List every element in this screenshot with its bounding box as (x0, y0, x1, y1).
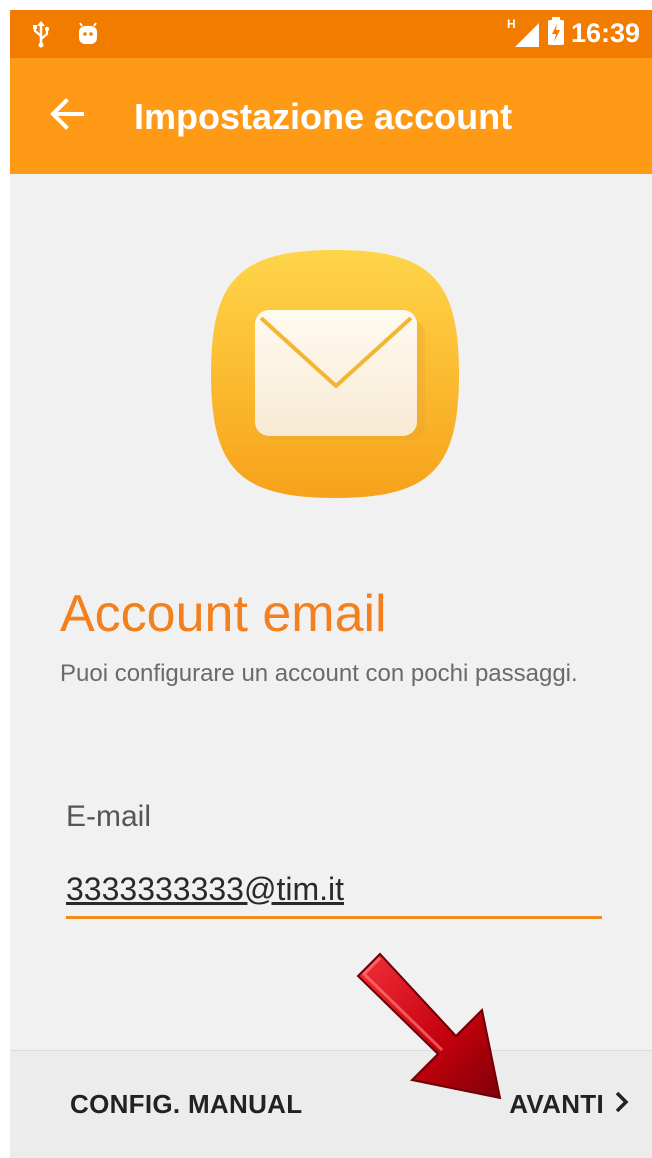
clock: 16:39 (570, 18, 640, 48)
phone-screen: H 16:39 Impostazione account Account ema… (10, 10, 652, 1158)
email-label: E-mail (66, 800, 152, 833)
manual-config-label: CONFIG. MANUAL (70, 1089, 303, 1119)
android-debug-icon (76, 22, 100, 51)
network-type-label: H (506, 16, 516, 31)
annotation-arrow-icon (350, 948, 510, 1108)
next-button[interactable]: AVANTI (509, 1089, 630, 1120)
back-arrow-icon[interactable] (46, 92, 90, 136)
manual-config-button[interactable]: CONFIG. MANUAL (70, 1089, 302, 1120)
battery-icon (547, 16, 565, 51)
page-title: Impostazione account (134, 96, 513, 137)
section-description: Puoi configurare un account con pochi pa… (60, 660, 578, 687)
email-field[interactable] (66, 862, 602, 919)
chevron-right-icon (614, 1089, 630, 1120)
email-app-icon (205, 244, 465, 504)
app-bar: Impostazione account (10, 58, 652, 174)
status-bar: H 16:39 (10, 10, 652, 58)
main-content: Account email Puoi configurare un accoun… (10, 174, 652, 1050)
bottom-action-bar: CONFIG. MANUAL AVANTI (10, 1050, 652, 1158)
section-heading: Account email (60, 585, 387, 643)
signal-icon: H (506, 16, 541, 49)
next-label: AVANTI (509, 1089, 604, 1119)
usb-icon (32, 20, 50, 53)
